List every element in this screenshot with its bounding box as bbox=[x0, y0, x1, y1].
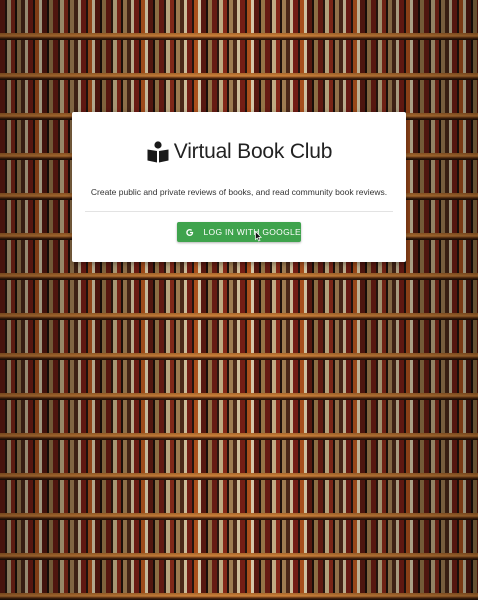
bookshelf-background bbox=[0, 0, 478, 600]
google-login-label: LOG IN WITH GOOGLE bbox=[203, 227, 301, 237]
app-title: Virtual Book Club bbox=[173, 140, 333, 163]
google-g-icon bbox=[186, 228, 194, 236]
divider bbox=[85, 211, 393, 212]
book-reader-icon bbox=[147, 141, 169, 163]
google-login-button[interactable]: LOG IN WITH GOOGLE bbox=[177, 222, 301, 242]
login-card: Virtual Book Club Create public and priv… bbox=[72, 112, 406, 262]
mouse-cursor-icon bbox=[255, 231, 262, 242]
app-tagline: Create public and private reviews of boo… bbox=[90, 187, 388, 197]
app-header: Virtual Book Club bbox=[72, 140, 406, 164]
